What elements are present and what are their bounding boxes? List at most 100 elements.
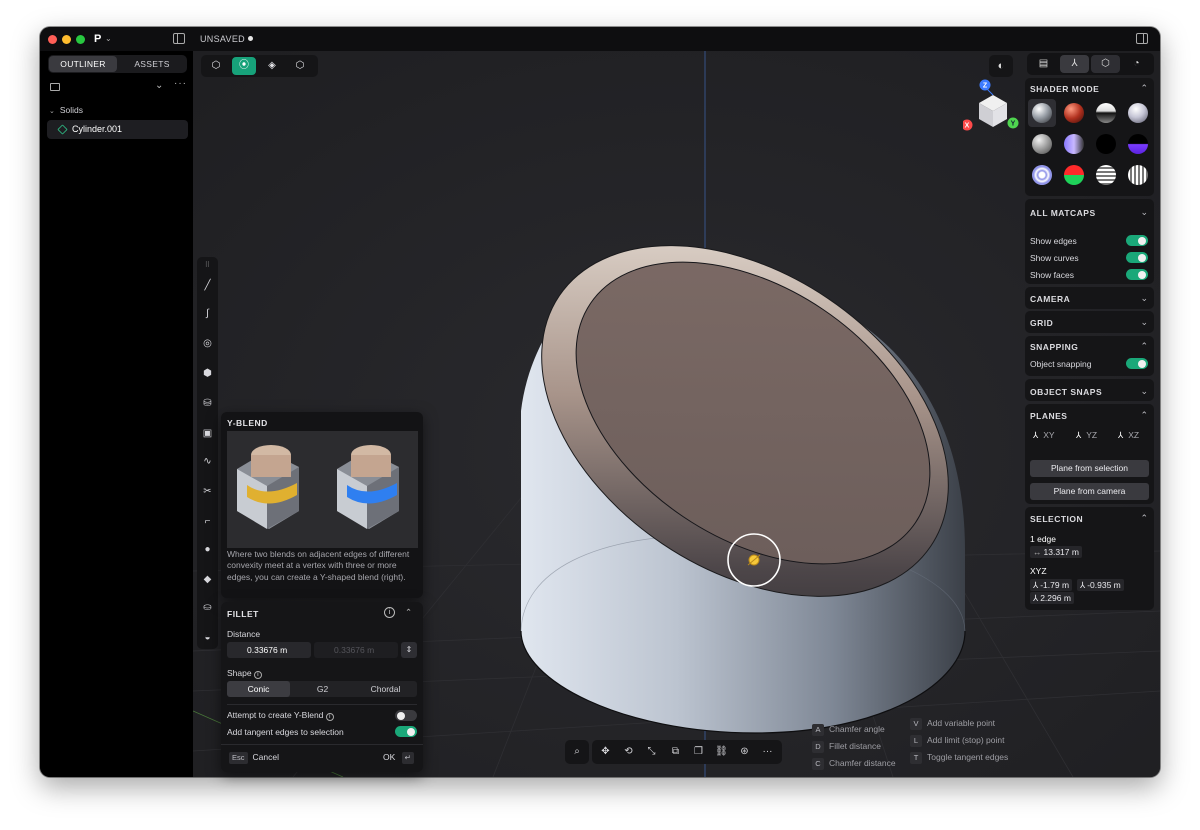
- matcap-chrome[interactable]: [1096, 103, 1116, 123]
- shape-info-icon[interactable]: i: [253, 671, 262, 679]
- outliner-group-solids[interactable]: ⌄ Solids: [49, 105, 83, 115]
- matcap-rings[interactable]: [1032, 165, 1052, 185]
- zoom-window-button[interactable]: [76, 35, 85, 44]
- ok-button[interactable]: OK ↵: [383, 752, 419, 764]
- scale-icon[interactable]: ⤡: [640, 740, 663, 764]
- matcap-stripes-horizontal[interactable]: [1096, 165, 1116, 185]
- bowl-tool-icon[interactable]: ◒: [199, 629, 216, 646]
- polygon-tool-icon[interactable]: ⬢: [199, 365, 216, 382]
- boolean-icon[interactable]: ⊛: [733, 740, 756, 764]
- collapse-all-chevron-icon[interactable]: ⌄: [155, 80, 163, 91]
- plane-yz-button[interactable]: ⅄ YZ: [1076, 430, 1097, 441]
- more-options-icon[interactable]: ···: [756, 740, 779, 764]
- show-faces-toggle[interactable]: [1126, 269, 1148, 280]
- y-blend-toggle[interactable]: [395, 710, 417, 721]
- show-curves-toggle[interactable]: [1126, 252, 1148, 263]
- grid-section[interactable]: GRID ⌄: [1025, 311, 1154, 333]
- matcap-normal[interactable]: [1064, 165, 1084, 185]
- document-status: UNSAVED: [200, 34, 253, 44]
- matcap-stripes-vertical[interactable]: [1128, 165, 1148, 185]
- matcap-black[interactable]: [1096, 134, 1116, 154]
- planes-title[interactable]: PLANES: [1030, 411, 1067, 421]
- sweep-tool-icon[interactable]: ∿: [199, 453, 216, 470]
- tab-outliner[interactable]: OUTLINER: [49, 56, 117, 72]
- plane-from-camera-button[interactable]: Plane from camera: [1030, 483, 1149, 500]
- minimize-window-button[interactable]: [62, 35, 71, 44]
- wireframe-cube-icon[interactable]: ⬡: [288, 57, 312, 75]
- distance-input[interactable]: 0.33676 m: [227, 642, 311, 658]
- chevron-down-icon[interactable]: ⌄: [1140, 386, 1148, 397]
- y-blend-info-icon[interactable]: i: [325, 713, 334, 721]
- shape-option-chordal[interactable]: Chordal: [354, 681, 417, 697]
- render-mode-icon[interactable]: ◐: [989, 55, 1013, 77]
- rotate-icon[interactable]: ⟲: [617, 740, 640, 764]
- sphere-tool-icon[interactable]: ●: [199, 541, 216, 558]
- circle-tool-icon[interactable]: ◎: [199, 335, 216, 352]
- shape-option-g2[interactable]: G2: [291, 681, 354, 697]
- close-window-button[interactable]: [48, 35, 57, 44]
- chevron-up-icon[interactable]: ⌃: [1140, 83, 1148, 94]
- extrude-tool-icon[interactable]: ⛁: [199, 395, 216, 412]
- chevron-up-icon[interactable]: ⌃: [1140, 513, 1148, 524]
- link-icon[interactable]: ⛓: [710, 740, 733, 764]
- box-tool-icon[interactable]: ◆: [199, 571, 216, 588]
- rectangle-tool-icon[interactable]: ▣: [199, 425, 216, 442]
- plane-from-selection-button[interactable]: Plane from selection: [1030, 460, 1149, 477]
- right-panel-toggle-icon[interactable]: [1136, 33, 1148, 44]
- chevron-down-icon[interactable]: ⌄: [1140, 293, 1148, 304]
- collapse-chevron-icon[interactable]: ⌃: [405, 607, 412, 618]
- cube-mode-icon[interactable]: ◈: [260, 57, 284, 75]
- move-icon[interactable]: ✥: [594, 740, 617, 764]
- search-button[interactable]: ⌕: [565, 740, 589, 764]
- matcap-purple[interactable]: [1128, 134, 1148, 154]
- chevron-down-icon[interactable]: ⌄: [1140, 207, 1148, 218]
- solid-mode-icon[interactable]: ⦿: [232, 57, 256, 75]
- matcap-silver[interactable]: [1032, 103, 1052, 123]
- show-edges-toggle[interactable]: [1126, 235, 1148, 246]
- y-blend-illustration: [227, 431, 418, 548]
- outliner-item-cylinder[interactable]: Cylinder.001: [47, 120, 188, 139]
- snapping-title[interactable]: SNAPPING: [1030, 342, 1078, 352]
- fillet-tool-icon[interactable]: ⌐: [199, 513, 216, 530]
- cancel-button[interactable]: Esc Cancel: [229, 752, 279, 764]
- app-logo-icon[interactable]: P: [94, 33, 101, 45]
- drag-handle-icon[interactable]: ⠿: [199, 257, 216, 274]
- duplicate-icon[interactable]: ⧉: [664, 740, 687, 764]
- curve-tool-icon[interactable]: ∫: [199, 305, 216, 322]
- line-tool-icon[interactable]: ╱: [199, 277, 216, 294]
- object-snaps-section[interactable]: OBJECT SNAPS ⌄: [1025, 379, 1154, 401]
- caret-down-icon[interactable]: ⌄: [49, 108, 55, 115]
- plane-xy-button[interactable]: ⅄ XY: [1033, 430, 1055, 441]
- chevron-down-icon[interactable]: ⌄: [105, 34, 112, 43]
- tab-assets[interactable]: ASSETS: [118, 56, 186, 72]
- info-icon[interactable]: i: [384, 607, 395, 618]
- camera-section[interactable]: CAMERA ⌄: [1025, 287, 1154, 309]
- distance-input-secondary[interactable]: 0.33676 m: [314, 642, 398, 658]
- matcap-iridescent[interactable]: [1064, 134, 1084, 154]
- object-snapping-toggle[interactable]: [1126, 358, 1148, 369]
- tab-axes-icon[interactable]: ⅄: [1060, 55, 1089, 73]
- matcap-grey[interactable]: [1032, 134, 1052, 154]
- cylinder-tool-icon[interactable]: ⛀: [199, 599, 216, 616]
- chevron-up-icon[interactable]: ⌃: [1140, 341, 1148, 352]
- shape-option-conic[interactable]: Conic: [227, 681, 290, 697]
- tab-layers-icon[interactable]: ▤: [1029, 55, 1058, 73]
- matcap-red[interactable]: [1064, 103, 1084, 123]
- tangent-edges-toggle[interactable]: [395, 726, 417, 737]
- select-mode-icon[interactable]: ⬡: [204, 57, 228, 75]
- selection-title[interactable]: SELECTION: [1030, 514, 1083, 524]
- plane-xz-button[interactable]: ⅄ XZ: [1118, 430, 1139, 441]
- matcap-pearl[interactable]: [1128, 103, 1148, 123]
- trim-tool-icon[interactable]: ✂: [199, 483, 216, 500]
- copy-icon[interactable]: ❐: [687, 740, 710, 764]
- tab-cube-icon[interactable]: ⬡: [1091, 55, 1120, 73]
- all-matcaps-title[interactable]: ALL MATCAPS: [1030, 208, 1096, 218]
- navigation-cube[interactable]: Z X Y: [963, 79, 1023, 151]
- tab-material-icon[interactable]: ◔: [1122, 55, 1151, 73]
- link-distance-icon[interactable]: ⇕: [401, 642, 417, 658]
- sidebar-toggle-icon[interactable]: [173, 33, 185, 44]
- new-folder-icon[interactable]: [50, 83, 60, 91]
- more-options-icon[interactable]: ···: [174, 78, 187, 89]
- chevron-up-icon[interactable]: ⌃: [1140, 410, 1148, 421]
- chevron-down-icon[interactable]: ⌄: [1140, 317, 1148, 328]
